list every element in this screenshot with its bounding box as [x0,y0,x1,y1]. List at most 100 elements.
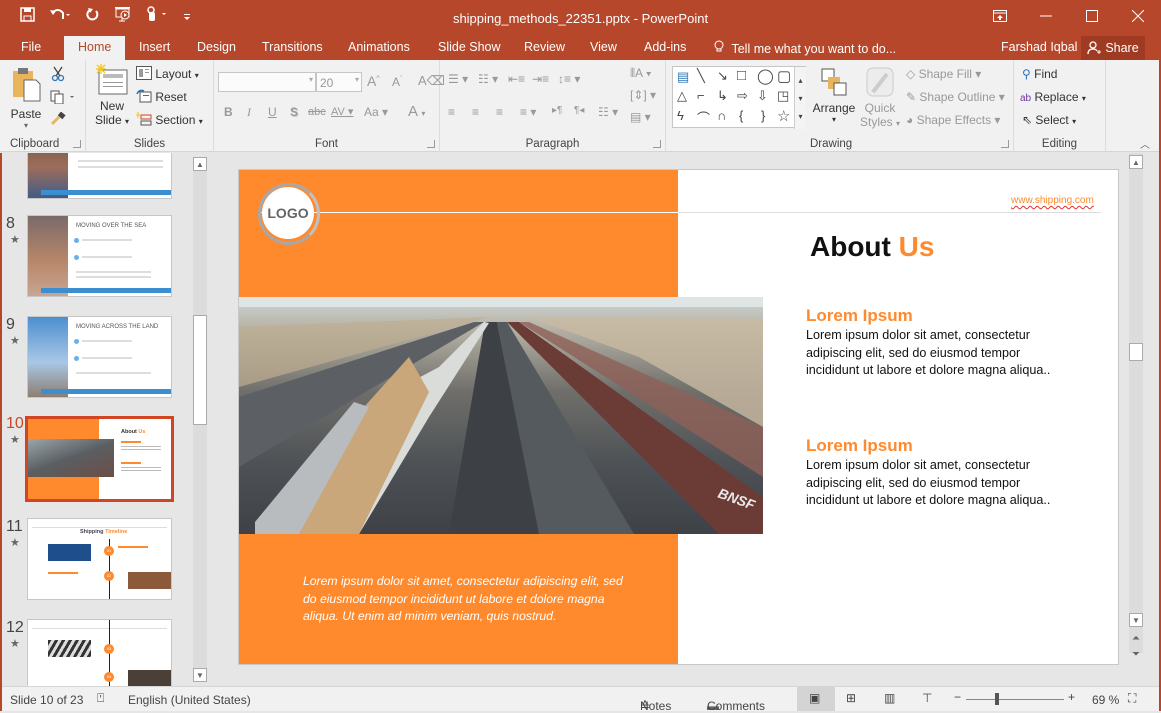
editor-scrollbar[interactable]: ▲ ▼ [1129,153,1143,653]
previous-slide-icon[interactable]: ⏶ [1132,633,1140,644]
scroll-up-button[interactable]: ▲ [193,157,207,171]
zoom-slider-handle[interactable] [995,693,999,705]
increase-font-size-icon[interactable]: A^ [367,73,380,89]
strikethrough-button[interactable]: abc [308,106,326,118]
smartart-icon[interactable]: ▤ ▾ [630,110,651,124]
font-name-combo[interactable]: ▾ [218,72,316,92]
text-direction-icon[interactable]: ⫴A ▾ [630,66,652,81]
decrease-font-size-icon[interactable]: Aˇ [392,75,402,89]
shape-right-brace-icon[interactable]: } [761,108,765,123]
tab-insert[interactable]: Insert [139,40,170,54]
shape-line-icon[interactable]: ╲ [697,68,705,84]
font-launcher-icon[interactable] [427,140,435,148]
shapes-gallery[interactable]: ▤ ╲ ↘ □ ◯ ▢ △ ⌐ ↳ ⇨ ⇩ ◳ ϟ ⌒ ∩ { } ☆ ▴ ▾ ▾ [672,66,806,129]
select-button[interactable]: ⇖ Select ▾ [1022,113,1076,127]
align-left-icon[interactable]: ≡ [448,105,455,119]
ribbon-display-options-icon[interactable] [977,0,1023,32]
shape-arc-icon[interactable]: ⌒ [697,108,710,127]
normal-view-button[interactable]: ▣ [797,687,835,711]
ltr-icon[interactable]: ▸¶ [552,105,562,116]
character-spacing-button[interactable]: AV ▾ [331,105,353,118]
reset-button[interactable]: Reset [136,89,187,104]
font-size-combo[interactable]: 20 ▾ [316,72,362,92]
tell-me-box[interactable]: Tell me what you want to do... [714,40,896,56]
new-slide-button[interactable]: New Slide ▾ [92,64,132,127]
paste-button[interactable]: Paste ▾ [10,66,42,130]
shadow-button[interactable]: S [290,105,298,119]
quick-styles-button[interactable]: Quick Styles ▾ [860,66,900,129]
slide-sorter-view-icon[interactable]: ⊞ [846,691,856,705]
scroll-thumb[interactable] [193,315,207,425]
line-spacing-icon[interactable]: ↕≡ ▾ [558,72,580,86]
italic-button[interactable]: I [247,105,251,120]
scroll-up-button[interactable]: ▲ [1129,155,1143,169]
scroll-down-button[interactable]: ▼ [1129,613,1143,627]
replace-button[interactable]: ab Replace ▾ [1020,90,1086,104]
zoom-slider[interactable] [966,699,1064,700]
collapse-ribbon-icon[interactable]: ︿ [1140,136,1150,151]
arrange-button[interactable]: Arrange ▾ [812,66,856,124]
shape-scribble-icon[interactable]: ϟ [677,108,684,123]
justify-icon[interactable]: ≡ ▾ [520,105,536,119]
reading-view-icon[interactable]: ▥ [884,691,895,705]
tab-slide-show[interactable]: Slide Show [438,40,501,54]
slide-thumbnail-10[interactable]: About Us [25,416,174,502]
fit-to-window-icon[interactable]: ⛶ [1128,691,1136,706]
cut-icon[interactable] [50,66,66,85]
slide-thumbnail-8[interactable]: MOVING OVER THE SEA [27,215,172,297]
columns-icon[interactable]: ☷ ▾ [598,105,618,119]
drawing-launcher-icon[interactable] [1001,140,1009,148]
shape-star-icon[interactable]: ☆ [777,107,790,125]
paragraph-launcher-icon[interactable] [653,140,661,148]
slide-thumbnail-9[interactable]: MOVING ACROSS THE LAND [27,316,172,398]
rtl-icon[interactable]: ¶◂ [574,105,584,116]
shape-left-brace-icon[interactable]: { [739,108,743,123]
shape-arrow-line-icon[interactable]: ↘ [717,68,728,84]
tab-transitions[interactable]: Transitions [262,40,323,54]
tab-view[interactable]: View [590,40,617,54]
scroll-thumb[interactable] [1129,343,1143,361]
copy-icon[interactable] [50,90,76,107]
slide-thumbnail-7[interactable] [27,153,172,199]
shape-triangle-icon[interactable]: △ [677,88,687,104]
zoom-level[interactable]: 69 % [1092,693,1119,707]
shape-curve-icon[interactable]: ∩ [717,108,726,123]
gallery-scroll[interactable]: ▴ ▾ ▾ [794,67,806,129]
section-button[interactable]: Section ▾ [136,112,203,127]
tab-animations[interactable]: Animations [348,40,410,54]
change-case-button[interactable]: Aa ▾ [364,105,388,119]
spell-check-icon[interactable]: ⍞ [97,691,104,706]
shape-elbow-icon[interactable]: ⌐ [697,88,705,103]
decrease-indent-icon[interactable]: ⇤≡ [508,72,525,86]
tab-file[interactable]: File [21,40,41,54]
minimize-icon[interactable] [1023,0,1069,32]
align-text-icon[interactable]: [⇕] ▾ [630,88,656,102]
shape-oval-icon[interactable]: ◯ [757,67,774,85]
shape-freeform-icon[interactable]: ◳ [777,88,789,104]
shape-rounded-rect-icon[interactable]: ▢ [777,67,791,85]
slideshow-view-icon[interactable]: ⊤ [922,691,932,705]
font-color-button[interactable]: A ▾ [408,103,425,120]
zoom-out-icon[interactable]: − [954,690,961,704]
scroll-down-button[interactable]: ▼ [193,668,207,682]
shape-effects-button[interactable]: ◕ Shape Effects ▾ [906,113,1000,127]
bullets-icon[interactable]: ☰ ▾ [448,72,468,86]
tab-home[interactable]: Home [64,36,126,60]
bold-button[interactable]: B [224,105,233,119]
thumbnail-scrollbar[interactable]: ▲ ▼ [193,157,207,682]
clipboard-launcher-icon[interactable] [73,140,81,148]
layout-button[interactable]: Layout ▾ [136,66,199,81]
tab-design[interactable]: Design [197,40,236,54]
format-painter-icon[interactable] [50,111,66,129]
numbering-icon[interactable]: ☷ ▾ [478,72,498,86]
increase-indent-icon[interactable]: ⇥≡ [532,72,549,86]
underline-button[interactable]: U [268,105,277,119]
slide-thumbnail-11[interactable]: Shipping Timeline 01 02 [27,518,172,600]
user-name[interactable]: Farshad Iqbal [1001,40,1077,54]
language-indicator[interactable]: English (United States) [128,693,251,707]
slide-thumbnail-12[interactable]: 03 04 [27,619,172,686]
shape-right-arrow-icon[interactable]: ⇨ [737,88,748,104]
zoom-in-icon[interactable]: + [1068,690,1075,704]
shape-textbox-icon[interactable]: ▤ [677,69,689,85]
align-right-icon[interactable]: ≡ [496,105,503,119]
